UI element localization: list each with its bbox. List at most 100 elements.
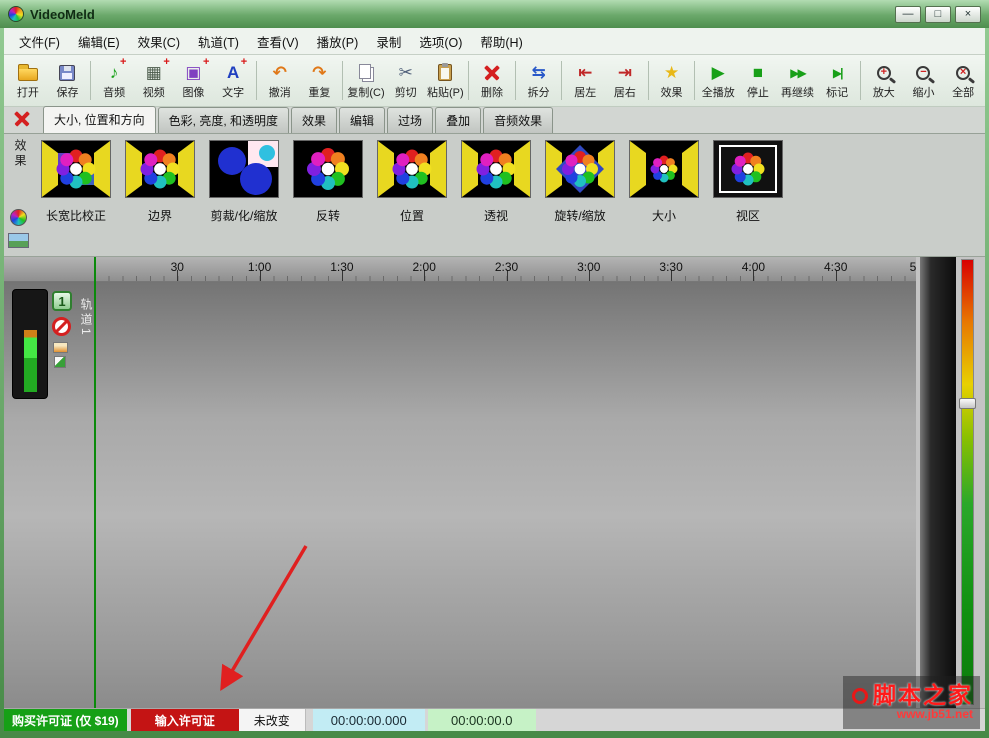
- menu-item[interactable]: 录制: [367, 28, 410, 55]
- add-image-button[interactable]: ▣ + 图像: [174, 57, 214, 106]
- ruler[interactable]: 30 1:00 1:30 2:00 2:30 3:00 3:30 4:00 4:30 5:0: [4, 257, 916, 282]
- client-area: 文件(F) 编辑(E) 效果(C) 轨道(T) 查看(V) 播放(P) 录制 选项(O) 帮助(…: [4, 28, 985, 731]
- tracks-canvas[interactable]: 1 轨道1: [4, 282, 916, 708]
- undo-icon: ↶: [272, 63, 287, 82]
- effect-thumbnail: [629, 140, 699, 202]
- remove-effect-icon[interactable]: [14, 111, 30, 127]
- effect-button[interactable]: ★ 效果: [652, 57, 692, 106]
- resume-button[interactable]: ▶▶ 再继续: [778, 57, 818, 106]
- cut-button[interactable]: ✂ 剪切: [386, 57, 426, 106]
- mute-icon[interactable]: [52, 317, 71, 336]
- level-gradient-bar[interactable]: [959, 259, 976, 705]
- copy-button[interactable]: 复制(C): [346, 57, 386, 106]
- delete-icon: [484, 61, 500, 84]
- track-number-button[interactable]: 1: [52, 291, 72, 311]
- app-window: VideoMeld — □ × 文件(F) 编辑(E) 效果(C) 轨道(T) 查看(V…: [0, 0, 989, 738]
- add-audio-button[interactable]: ♪ + 音频: [94, 57, 134, 106]
- timeline-edge-strip: [920, 257, 956, 708]
- redo-button[interactable]: ↷ 重复: [300, 57, 340, 106]
- effect-label: 效果: [660, 87, 683, 99]
- menu-item[interactable]: 文件(F): [10, 28, 69, 55]
- menubar: 文件(F) 编辑(E) 效果(C) 轨道(T) 查看(V) 播放(P) 录制 选项(O) 帮助(…: [4, 28, 985, 55]
- effect-item[interactable]: 旋转/缩放: [545, 140, 615, 224]
- align-left-label: 居左: [574, 87, 597, 99]
- zoom-all-button[interactable]: × 全部: [943, 57, 983, 106]
- effect-thumbnail: [713, 140, 783, 202]
- mark-button[interactable]: ▶| 标记: [817, 57, 857, 106]
- image-icon[interactable]: [8, 233, 29, 248]
- stop-button[interactable]: ■ 停止: [738, 57, 778, 106]
- play-all-icon: ▶: [711, 63, 725, 82]
- menu-item[interactable]: 轨道(T): [189, 28, 248, 55]
- maximize-button[interactable]: □: [925, 5, 951, 23]
- toolbar-separator: [647, 61, 649, 100]
- undo-label: 撤消: [268, 87, 291, 99]
- menu-item[interactable]: 帮助(H): [471, 28, 531, 55]
- playhead[interactable]: [94, 257, 96, 708]
- align-right-button[interactable]: ⇥ 居右: [605, 57, 645, 106]
- mark-icon: ▶|: [832, 65, 844, 80]
- effect-label: 大小: [651, 209, 676, 223]
- buy-license-button[interactable]: 购买许可证 (仅 $19): [4, 709, 127, 731]
- tab-1[interactable]: 色彩, 亮度, 和透明度: [157, 107, 290, 133]
- effect-item[interactable]: 边界: [125, 140, 195, 224]
- effect-item[interactable]: 大小: [629, 140, 699, 224]
- ruler-tick-label: 4:00: [741, 260, 766, 274]
- add-image-icon: ▣ +: [185, 56, 210, 82]
- time-display-main: 00:00:00.000: [312, 709, 425, 731]
- split-button[interactable]: ⇆ 拆分: [519, 57, 559, 106]
- zoom-out-icon: −: [916, 61, 931, 84]
- watermark-site: www.jb51.net: [896, 707, 973, 721]
- menu-item[interactable]: 播放(P): [308, 28, 368, 55]
- align-right-label: 居右: [613, 87, 636, 99]
- copy-icon: [358, 61, 374, 84]
- cut-label: 剪切: [394, 87, 417, 99]
- effect-item[interactable]: 位置: [377, 140, 447, 224]
- add-text-button[interactable]: A + 文字: [213, 57, 253, 106]
- track-name: 轨道1: [79, 298, 93, 338]
- effect-item[interactable]: 反转: [293, 140, 363, 224]
- color-wheel-icon[interactable]: [10, 209, 27, 226]
- paste-button[interactable]: 粘贴(P): [426, 57, 466, 106]
- save-label: 保存: [56, 87, 79, 99]
- effect-item[interactable]: 透视: [461, 140, 531, 224]
- track-swatch-2[interactable]: [54, 356, 66, 368]
- cut-icon: ✂: [398, 63, 413, 82]
- tab-4[interactable]: 过场: [387, 107, 434, 133]
- menu-item[interactable]: 效果(C): [129, 28, 189, 55]
- ruler-tick-label: 2:00: [412, 260, 436, 274]
- add-video-button[interactable]: ▦ + 视频: [134, 57, 174, 106]
- play-all-label: 全播放: [701, 87, 735, 99]
- enter-license-button[interactable]: 输入许可证: [130, 709, 239, 731]
- toolbar-separator: [90, 61, 92, 100]
- tab-0[interactable]: 大小, 位置和方向: [43, 106, 156, 133]
- open-button[interactable]: 打开: [8, 57, 48, 106]
- zoom-out-button[interactable]: − 缩小: [904, 57, 944, 106]
- effects-sidebar-label: 效果: [13, 139, 27, 169]
- effect-item[interactable]: 剪裁/化/缩放: [209, 140, 279, 224]
- effect-thumbnail: [377, 140, 447, 202]
- tab-2[interactable]: 效果: [291, 107, 338, 133]
- level-slider-handle[interactable]: [959, 397, 976, 409]
- effect-label: 反转: [315, 209, 340, 223]
- close-button[interactable]: ×: [955, 5, 981, 23]
- menu-item[interactable]: 编辑(E): [69, 28, 129, 55]
- undo-button[interactable]: ↶ 撤消: [260, 57, 300, 106]
- track-swatch-1[interactable]: [53, 342, 68, 353]
- effect-item[interactable]: 长宽比校正: [41, 140, 111, 224]
- tab-3[interactable]: 编辑: [339, 107, 386, 133]
- menu-item[interactable]: 选项(O): [410, 28, 471, 55]
- save-button[interactable]: 保存: [48, 57, 88, 106]
- delete-button[interactable]: 删除: [472, 57, 512, 106]
- modified-state-label: 未改变: [238, 709, 306, 731]
- toolbar-separator: [342, 61, 344, 100]
- play-all-button[interactable]: ▶ 全播放: [698, 57, 738, 106]
- zoom-in-button[interactable]: + 放大: [864, 57, 904, 106]
- minimize-button[interactable]: —: [895, 5, 921, 23]
- tab-5[interactable]: 叠加: [435, 107, 482, 133]
- menu-item[interactable]: 查看(V): [248, 28, 308, 55]
- toolbar-separator: [561, 61, 563, 100]
- effect-item[interactable]: 视区: [713, 140, 783, 224]
- align-left-button[interactable]: ⇤ 居左: [565, 57, 605, 106]
- tab-6[interactable]: 音频效果: [483, 107, 554, 133]
